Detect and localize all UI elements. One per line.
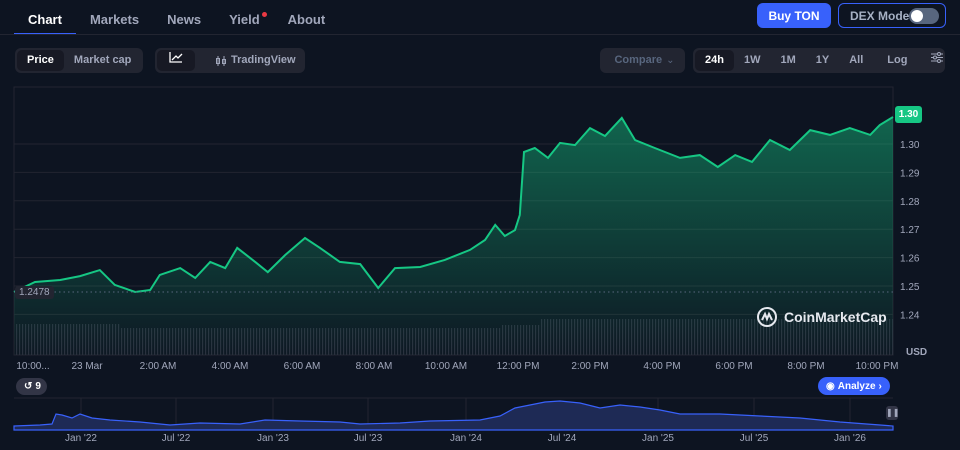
x-axis-label: 10:00... (16, 361, 50, 372)
x-axis-label: 23 Mar (71, 361, 103, 372)
dex-mode-label: DEX Mode (850, 8, 910, 23)
x-axis-label: 10:00 PM (855, 361, 899, 372)
divider (0, 34, 960, 35)
x-axis-label: 8:00 AM (355, 361, 393, 372)
nav-tabs: Chart Markets News Yield About (14, 0, 339, 35)
buy-ton-button[interactable]: Buy TON (757, 3, 831, 28)
tab-label: News (167, 12, 202, 27)
metric-switch: Price Market cap (15, 48, 144, 73)
y-axis-label: 1.28 (900, 197, 920, 208)
x-axis-label: 12:00 PM (496, 361, 540, 372)
x-axis-label: 4:00 AM (211, 361, 249, 372)
x-axis-label: 4:00 PM (643, 361, 681, 372)
range-1m[interactable]: 1M (770, 50, 805, 71)
price-chart[interactable]: 1.24 1.25 1.26 1.27 1.28 1.29 1.30 (0, 80, 960, 450)
range-1y[interactable]: 1Y (806, 50, 839, 71)
chevron-right-icon: › (878, 380, 882, 392)
tab-label: Yield (229, 12, 260, 27)
chart-type-switch: TradingView (155, 48, 305, 73)
y-axis-label: 1.24 (900, 310, 920, 321)
open-price-label: 1.2478 (15, 286, 54, 299)
overview-axis-label: Jan '24 (450, 433, 482, 444)
price-button[interactable]: Price (17, 50, 64, 71)
tab-chart[interactable]: Chart (14, 0, 76, 35)
overview-area (13, 400, 894, 431)
currency-label: USD (906, 347, 928, 358)
history-count: 9 (35, 381, 41, 392)
tab-markets[interactable]: Markets (76, 0, 153, 35)
ai-chat-icon: ◉ (826, 380, 835, 392)
overview-axis-label: Jul '22 (161, 433, 191, 444)
tab-news[interactable]: News (153, 0, 215, 35)
market-cap-button[interactable]: Market cap (64, 50, 141, 71)
x-axis-label: 6:00 PM (715, 361, 753, 372)
range-1w[interactable]: 1W (734, 50, 771, 71)
analyze-label: Analyze (837, 380, 876, 392)
coinmarketcap-logo-icon (757, 307, 777, 327)
x-axis-label: 2:00 PM (571, 361, 609, 372)
y-axis-label: 1.25 (900, 282, 920, 293)
watermark-text: CoinMarketCap (784, 309, 887, 325)
overview-axis-label: Jul '25 (739, 433, 769, 444)
x-axis-label: 6:00 AM (283, 361, 321, 372)
y-axis-label: 1.26 (900, 254, 920, 265)
notification-dot (261, 12, 267, 17)
tradingview-button[interactable]: TradingView (205, 50, 306, 71)
dex-mode-toggle[interactable]: DEX Mode (838, 3, 946, 28)
candlestick-icon (216, 55, 226, 66)
chevron-down-icon: ⌄ (666, 55, 675, 66)
history-icon: ↺ (24, 381, 33, 392)
compare-dropdown[interactable]: Compare ⌄ (600, 48, 685, 73)
history-badge[interactable]: ↺ 9 (16, 378, 47, 395)
tab-label: Markets (89, 12, 140, 27)
overview-axis-label: Jul '23 (353, 433, 383, 444)
tab-label: Chart (28, 12, 62, 27)
range-24h[interactable]: 24h (695, 50, 734, 71)
y-axis-label: 1.27 (900, 225, 920, 236)
tab-about[interactable]: About (274, 0, 340, 35)
compare-label: Compare (614, 54, 663, 66)
overview-axis-label: Jan '26 (834, 433, 866, 444)
toggle-switch[interactable] (909, 8, 939, 24)
overview-axis-label: Jan '23 (257, 433, 289, 444)
overview-axis-label: Jan '22 (65, 433, 97, 444)
x-axis-label: 10:00 AM (424, 361, 468, 372)
line-chart-icon (169, 52, 183, 63)
sliders-icon (931, 52, 944, 63)
y-axis-label: 1.30 (900, 140, 920, 151)
x-axis-label: 8:00 PM (787, 361, 825, 372)
line-chart-button[interactable] (157, 50, 195, 71)
settings-button[interactable] (921, 50, 953, 71)
overview-axis-label: Jul '24 (547, 433, 577, 444)
x-axis-label: 2:00 AM (139, 361, 177, 372)
watermark: CoinMarketCap (756, 306, 887, 328)
y-axis-label: 1.29 (900, 168, 920, 179)
overview-handle[interactable]: ❚❚ (886, 406, 899, 420)
analyze-button[interactable]: ◉ Analyze › (818, 377, 890, 395)
range-all[interactable]: All (839, 50, 873, 71)
tab-label: About (287, 12, 326, 27)
range-switch: 24h 1W 1M 1Y All Log (693, 48, 945, 73)
tab-yield[interactable]: Yield (215, 0, 274, 35)
current-price-label: 1.30 (895, 106, 922, 123)
overview-axis-label: Jan '25 (642, 433, 674, 444)
tradingview-label: TradingView (231, 54, 296, 66)
log-button[interactable]: Log (877, 50, 917, 71)
